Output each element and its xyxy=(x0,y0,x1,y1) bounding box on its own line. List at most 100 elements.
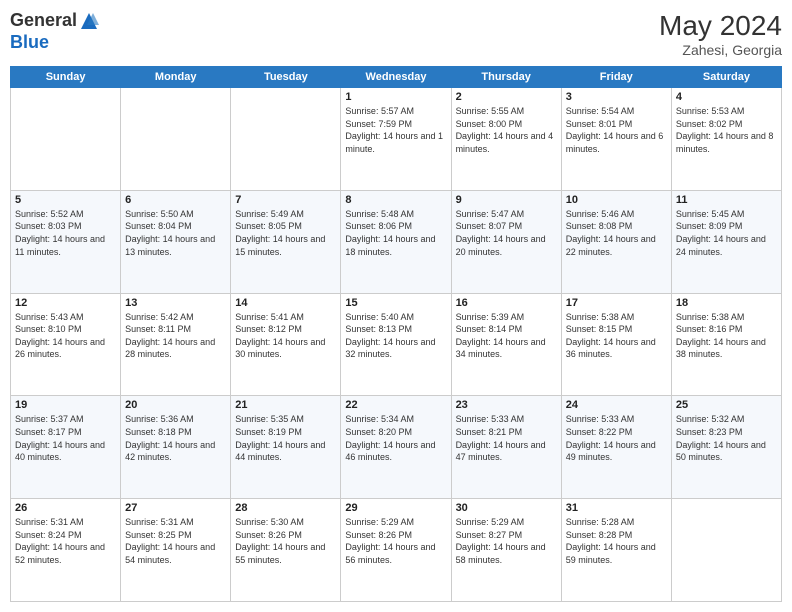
calendar-cell: 11Sunrise: 5:45 AMSunset: 8:09 PMDayligh… xyxy=(671,190,781,293)
day-info: Sunrise: 5:37 AMSunset: 8:17 PMDaylight:… xyxy=(15,413,116,463)
day-info: Sunrise: 5:39 AMSunset: 8:14 PMDaylight:… xyxy=(456,311,557,361)
title-block: May 2024 Zahesi, Georgia xyxy=(659,10,782,58)
calendar-cell: 5Sunrise: 5:52 AMSunset: 8:03 PMDaylight… xyxy=(11,190,121,293)
calendar-cell: 26 Sunrise: 5:31 AMSunset: 8:24 PMDayligh… xyxy=(11,499,121,602)
day-info: Sunrise: 5:40 AMSunset: 8:13 PMDaylight:… xyxy=(345,311,446,361)
day-info: Sunrise: 5:57 AMSunset: 7:59 PMDaylight:… xyxy=(345,105,446,155)
calendar-week-1: 1 Sunrise: 5:57 AMSunset: 7:59 PMDaylight… xyxy=(11,88,782,191)
col-tuesday: Tuesday xyxy=(231,67,341,88)
col-thursday: Thursday xyxy=(451,67,561,88)
day-info: Sunrise: 5:38 AMSunset: 8:15 PMDaylight:… xyxy=(566,311,667,361)
day-number: 1 xyxy=(345,91,446,103)
logo-blue-text: Blue xyxy=(10,32,99,54)
day-info: Sunrise: 5:55 AMSunset: 8:00 PMDaylight:… xyxy=(456,105,557,155)
calendar-cell: 3 Sunrise: 5:54 AMSunset: 8:01 PMDaylight… xyxy=(561,88,671,191)
header-row: Sunday Monday Tuesday Wednesday Thursday… xyxy=(11,67,782,88)
day-number: 25 xyxy=(676,399,777,411)
calendar-table: Sunday Monday Tuesday Wednesday Thursday… xyxy=(10,66,782,602)
logo: General Blue xyxy=(10,10,99,53)
day-number: 9 xyxy=(456,194,557,206)
day-number: 3 xyxy=(566,91,667,103)
day-number: 30 xyxy=(456,502,557,514)
day-number: 16 xyxy=(456,297,557,309)
day-number: 28 xyxy=(235,502,336,514)
location: Zahesi, Georgia xyxy=(659,42,782,58)
day-number: 29 xyxy=(345,502,446,514)
day-info: Sunrise: 5:52 AMSunset: 8:03 PMDaylight:… xyxy=(15,208,116,258)
calendar-cell: 16 Sunrise: 5:39 AMSunset: 8:14 PMDayligh… xyxy=(451,293,561,396)
calendar-cell: 17 Sunrise: 5:38 AMSunset: 8:15 PMDayligh… xyxy=(561,293,671,396)
day-number: 17 xyxy=(566,297,667,309)
day-info: Sunrise: 5:48 AMSunset: 8:06 PMDaylight:… xyxy=(345,208,446,258)
day-number: 2 xyxy=(456,91,557,103)
day-info: Sunrise: 5:38 AMSunset: 8:16 PMDaylight:… xyxy=(676,311,777,361)
day-info: Sunrise: 5:35 AMSunset: 8:19 PMDaylight:… xyxy=(235,413,336,463)
day-info: Sunrise: 5:47 AMSunset: 8:07 PMDaylight:… xyxy=(456,208,557,258)
logo-general-text: General xyxy=(10,10,77,32)
calendar-cell xyxy=(231,88,341,191)
calendar-cell: 23 Sunrise: 5:33 AMSunset: 8:21 PMDayligh… xyxy=(451,396,561,499)
day-info: Sunrise: 5:46 AMSunset: 8:08 PMDaylight:… xyxy=(566,208,667,258)
day-number: 31 xyxy=(566,502,667,514)
calendar-cell: 18 Sunrise: 5:38 AMSunset: 8:16 PMDayligh… xyxy=(671,293,781,396)
day-number: 4 xyxy=(676,91,777,103)
day-number: 8 xyxy=(345,194,446,206)
calendar-cell: 20Sunrise: 5:36 AMSunset: 8:18 PMDayligh… xyxy=(121,396,231,499)
calendar-cell xyxy=(671,499,781,602)
day-info: Sunrise: 5:41 AMSunset: 8:12 PMDaylight:… xyxy=(235,311,336,361)
calendar-week-5: 26 Sunrise: 5:31 AMSunset: 8:24 PMDayligh… xyxy=(11,499,782,602)
day-number: 26 xyxy=(15,502,116,514)
calendar-cell: 2 Sunrise: 5:55 AMSunset: 8:00 PMDaylight… xyxy=(451,88,561,191)
calendar-cell: 21 Sunrise: 5:35 AMSunset: 8:19 PMDayligh… xyxy=(231,396,341,499)
month-year: May 2024 xyxy=(659,10,782,42)
logo-icon xyxy=(79,11,99,31)
day-number: 27 xyxy=(125,502,226,514)
calendar-cell: 29 Sunrise: 5:29 AMSunset: 8:26 PMDayligh… xyxy=(341,499,451,602)
day-info: Sunrise: 5:31 AMSunset: 8:24 PMDaylight:… xyxy=(15,516,116,566)
day-info: Sunrise: 5:31 AMSunset: 8:25 PMDaylight:… xyxy=(125,516,226,566)
header: General Blue May 2024 Zahesi, Georgia xyxy=(10,10,782,58)
calendar-cell: 22Sunrise: 5:34 AMSunset: 8:20 PMDayligh… xyxy=(341,396,451,499)
calendar-cell xyxy=(121,88,231,191)
calendar-cell: 27 Sunrise: 5:31 AMSunset: 8:25 PMDayligh… xyxy=(121,499,231,602)
day-info: Sunrise: 5:29 AMSunset: 8:27 PMDaylight:… xyxy=(456,516,557,566)
day-info: Sunrise: 5:42 AMSunset: 8:11 PMDaylight:… xyxy=(125,311,226,361)
day-number: 14 xyxy=(235,297,336,309)
day-number: 19 xyxy=(15,399,116,411)
day-number: 7 xyxy=(235,194,336,206)
calendar-cell xyxy=(11,88,121,191)
day-info: Sunrise: 5:53 AMSunset: 8:02 PMDaylight:… xyxy=(676,105,777,155)
day-info: Sunrise: 5:33 AMSunset: 8:22 PMDaylight:… xyxy=(566,413,667,463)
calendar-week-3: 12Sunrise: 5:43 AMSunset: 8:10 PMDayligh… xyxy=(11,293,782,396)
calendar-week-2: 5Sunrise: 5:52 AMSunset: 8:03 PMDaylight… xyxy=(11,190,782,293)
day-number: 15 xyxy=(345,297,446,309)
day-number: 11 xyxy=(676,194,777,206)
day-info: Sunrise: 5:32 AMSunset: 8:23 PMDaylight:… xyxy=(676,413,777,463)
day-number: 24 xyxy=(566,399,667,411)
day-number: 18 xyxy=(676,297,777,309)
day-info: Sunrise: 5:29 AMSunset: 8:26 PMDaylight:… xyxy=(345,516,446,566)
calendar-cell: 7Sunrise: 5:49 AMSunset: 8:05 PMDaylight… xyxy=(231,190,341,293)
day-info: Sunrise: 5:36 AMSunset: 8:18 PMDaylight:… xyxy=(125,413,226,463)
calendar-cell: 19 Sunrise: 5:37 AMSunset: 8:17 PMDayligh… xyxy=(11,396,121,499)
calendar-cell: 13Sunrise: 5:42 AMSunset: 8:11 PMDayligh… xyxy=(121,293,231,396)
calendar-cell: 9 Sunrise: 5:47 AMSunset: 8:07 PMDaylight… xyxy=(451,190,561,293)
day-number: 21 xyxy=(235,399,336,411)
col-friday: Friday xyxy=(561,67,671,88)
day-info: Sunrise: 5:54 AMSunset: 8:01 PMDaylight:… xyxy=(566,105,667,155)
day-info: Sunrise: 5:34 AMSunset: 8:20 PMDaylight:… xyxy=(345,413,446,463)
day-info: Sunrise: 5:50 AMSunset: 8:04 PMDaylight:… xyxy=(125,208,226,258)
day-info: Sunrise: 5:33 AMSunset: 8:21 PMDaylight:… xyxy=(456,413,557,463)
day-info: Sunrise: 5:30 AMSunset: 8:26 PMDaylight:… xyxy=(235,516,336,566)
calendar-cell: 12Sunrise: 5:43 AMSunset: 8:10 PMDayligh… xyxy=(11,293,121,396)
day-number: 10 xyxy=(566,194,667,206)
calendar-cell: 8 Sunrise: 5:48 AMSunset: 8:06 PMDaylight… xyxy=(341,190,451,293)
day-number: 23 xyxy=(456,399,557,411)
calendar-cell: 30 Sunrise: 5:29 AMSunset: 8:27 PMDayligh… xyxy=(451,499,561,602)
calendar-cell: 10 Sunrise: 5:46 AMSunset: 8:08 PMDayligh… xyxy=(561,190,671,293)
calendar-cell: 4 Sunrise: 5:53 AMSunset: 8:02 PMDaylight… xyxy=(671,88,781,191)
calendar-cell: 6Sunrise: 5:50 AMSunset: 8:04 PMDaylight… xyxy=(121,190,231,293)
day-info: Sunrise: 5:28 AMSunset: 8:28 PMDaylight:… xyxy=(566,516,667,566)
calendar-cell: 1 Sunrise: 5:57 AMSunset: 7:59 PMDaylight… xyxy=(341,88,451,191)
calendar-cell: 24 Sunrise: 5:33 AMSunset: 8:22 PMDayligh… xyxy=(561,396,671,499)
